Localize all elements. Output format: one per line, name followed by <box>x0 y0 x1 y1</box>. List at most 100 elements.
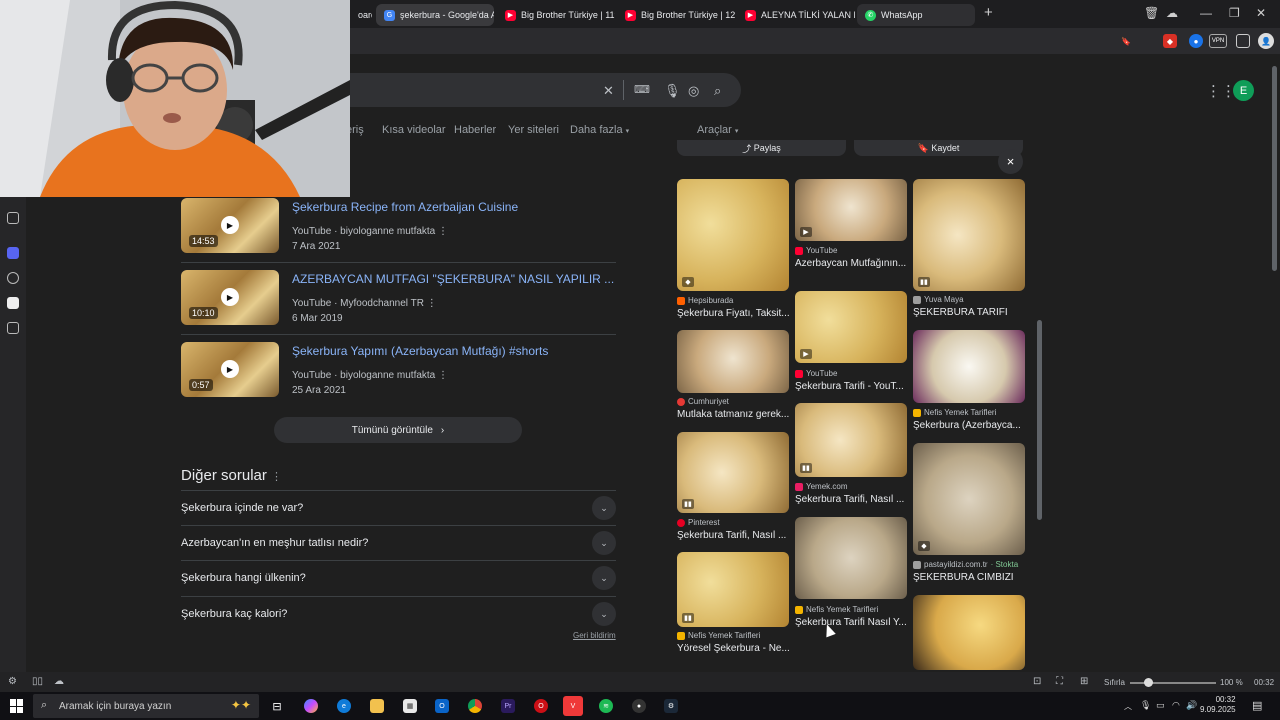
profile-icon[interactable]: 👤 <box>1258 33 1274 49</box>
save-button[interactable]: 🔖 Kaydet <box>854 140 1023 156</box>
lens-icon[interactable]: ◎ <box>688 83 699 99</box>
minimize-button[interactable]: — <box>1200 6 1212 20</box>
image-title[interactable]: Mutlaka tatmanız gerek... <box>677 409 790 420</box>
image-thumbnail[interactable]: ◆ <box>913 443 1025 555</box>
tab-places[interactable]: Yer siteleri <box>508 124 559 136</box>
image-title[interactable]: Şekerbura Tarifi, Nasıl ... <box>677 530 790 541</box>
image-title[interactable]: Yöresel Şekerbura - Ne... <box>677 643 790 654</box>
image-title[interactable]: Şekerbura Tarifi Nasıl Y... <box>795 617 908 628</box>
chevron-down-icon[interactable]: ⌄ <box>592 531 616 555</box>
search-icon[interactable]: ⌕ <box>714 83 721 99</box>
premiere-icon[interactable]: Pr <box>501 699 515 713</box>
tab-more[interactable]: Daha fazla ▾ <box>570 124 629 136</box>
chrome-icon[interactable] <box>468 699 482 713</box>
image-title[interactable]: Şekerbura Fiyatı, Taksit... <box>677 308 790 319</box>
new-tab-button[interactable]: + <box>984 4 993 21</box>
tab-news[interactable]: Haberler <box>454 124 496 136</box>
copilot-icon[interactable] <box>304 699 318 713</box>
video-result[interactable]: ▶ 0:57 Şekerbura Yapımı (Azerbaycan Mutf… <box>181 342 621 400</box>
outlook-icon[interactable]: O <box>435 699 449 713</box>
image-thumbnail[interactable]: ▮▮ <box>913 179 1025 291</box>
windows-start-icon[interactable] <box>10 699 24 713</box>
feedback-link[interactable]: Geri bildirim <box>573 631 616 640</box>
page-scrollbar[interactable] <box>1272 66 1277 271</box>
spotify-icon[interactable]: ≋ <box>599 699 613 713</box>
more-options-icon[interactable]: ⋮ <box>271 471 282 483</box>
image-title[interactable]: Şekerbura Tarifi, Nasıl ... <box>795 494 908 505</box>
show-all-button[interactable]: Tümünü görüntüle › <box>274 417 522 443</box>
video-thumbnail[interactable]: ▶ 0:57 <box>181 342 279 397</box>
tab-tools[interactable]: Araçlar ▾ <box>697 124 738 136</box>
question-item[interactable]: Azerbaycan'ın en meşhur tatlısı nedir? ⌄ <box>181 525 616 560</box>
tab-youtube-1[interactable]: ▶ Big Brother Türkiye | 119. B <box>497 4 615 26</box>
video-title[interactable]: Şekerbura Yapımı (Azerbaycan Mutfağı) #s… <box>292 344 548 358</box>
taskbar-clock[interactable]: 00:32 9.09.2025 <box>1200 695 1236 715</box>
close-icon[interactable]: × <box>998 149 1023 174</box>
image-thumbnail[interactable]: ▶ <box>795 291 907 363</box>
chevron-down-icon[interactable]: ⌄ <box>592 566 616 590</box>
zoom-slider[interactable] <box>1130 682 1216 684</box>
volume-icon[interactable]: 🔊 <box>1186 700 1197 711</box>
edge-icon[interactable]: e <box>337 699 351 713</box>
chevron-down-icon[interactable]: ⌄ <box>592 602 616 626</box>
zoom-slider-handle[interactable] <box>1144 678 1153 687</box>
settings-icon[interactable]: ⚙ <box>8 676 17 687</box>
extension-blue-icon[interactable]: ● <box>1189 34 1203 48</box>
image-thumbnail[interactable]: ▮▮ <box>795 403 907 477</box>
wikipedia-icon[interactable] <box>7 297 19 309</box>
store-icon[interactable]: ▦ <box>403 699 417 713</box>
tab-short-videos[interactable]: Kısa videolar <box>382 124 446 136</box>
image-title[interactable]: Şekerbura Tarifi - YouT... <box>795 381 908 392</box>
avatar[interactable]: E <box>1233 80 1254 101</box>
video-title[interactable]: AZERBAYCAN MUTFAGI "ŞEKERBURA" NASIL YAP… <box>292 272 614 286</box>
tab-google-search[interactable]: G şekerbura - Google'da Ara <box>376 4 494 26</box>
wifi-icon[interactable]: ◠ <box>1172 700 1180 711</box>
more-options-icon[interactable]: ⋮ <box>438 226 448 237</box>
tab-dashboard[interactable]: oard <box>350 4 372 26</box>
image-thumbnail[interactable] <box>795 517 907 599</box>
steam-icon[interactable]: ⚙ <box>664 699 678 713</box>
tab-youtube-2[interactable]: ▶ Big Brother Türkiye | 120. B <box>617 4 735 26</box>
globe-icon[interactable] <box>7 272 19 284</box>
keyboard-icon[interactable]: ⌨ <box>634 83 650 96</box>
image-thumbnail[interactable]: ▶ <box>795 179 907 241</box>
close-window-button[interactable]: ✕ <box>1256 6 1266 20</box>
trash-icon[interactable]: 🗑 <box>1144 6 1159 20</box>
image-title[interactable]: ŞEKERBURA TARİFİ <box>913 307 1026 318</box>
video-title[interactable]: Şekerbura Recipe from Azerbaijan Cuisine <box>292 200 518 214</box>
tiling-icon[interactable]: ⛶ <box>1056 676 1063 687</box>
image-thumbnail[interactable] <box>913 330 1025 403</box>
chevron-down-icon[interactable]: ⌄ <box>592 496 616 520</box>
opera-icon[interactable]: O <box>534 699 548 713</box>
image-thumbnail[interactable] <box>677 330 789 393</box>
image-toggle-icon[interactable]: ⊞ <box>1080 676 1088 687</box>
video-result[interactable]: ▶ 10:10 AZERBAYCAN MUTFAGI "ŞEKERBURA" N… <box>181 270 621 328</box>
capture-icon[interactable]: ⊡ <box>1033 676 1041 687</box>
vpn-badge[interactable]: VPN <box>1209 34 1227 48</box>
microphone-icon[interactable]: 🎙 <box>664 83 681 99</box>
more-options-icon[interactable]: ⋮ <box>438 370 448 381</box>
sidebar-toggle-icon[interactable] <box>1236 34 1250 48</box>
chevron-up-icon[interactable]: ︿ <box>1124 701 1132 712</box>
image-title[interactable]: Şekerbura (Azerbayca... <box>913 420 1026 431</box>
image-title[interactable]: Azerbaycan Mutfağının... <box>795 258 908 269</box>
maximize-button[interactable]: ❐ <box>1229 6 1240 20</box>
image-thumbnail[interactable]: ▮▮ <box>677 432 789 513</box>
more-options-icon[interactable]: ⋮ <box>427 298 437 309</box>
extension-icon[interactable]: ◆ <box>1163 34 1177 48</box>
share-button[interactable]: ⤴ Paylaş <box>677 140 846 156</box>
notifications-icon[interactable]: ▤ <box>1252 699 1262 712</box>
clear-icon[interactable]: ✕ <box>603 83 614 99</box>
file-explorer-icon[interactable] <box>370 699 384 713</box>
image-thumbnail[interactable] <box>913 595 1025 670</box>
vivaldi-icon[interactable]: V <box>563 696 583 716</box>
question-item[interactable]: Şekerbura içinde ne var? ⌄ <box>181 490 616 525</box>
question-item[interactable]: Şekerbura hangi ülkenin? ⌄ <box>181 560 616 595</box>
cloud-icon[interactable]: ☁ <box>54 676 64 687</box>
video-thumbnail[interactable]: ▶ 14:53 <box>181 198 279 253</box>
panel-scrollbar[interactable] <box>1037 320 1042 520</box>
tab-youtube-3[interactable]: ▶ ALEYNA TİLKİ YALAN MAKİ <box>737 4 855 26</box>
question-item[interactable]: Şekerbura kaç kalori? ⌄ <box>181 596 616 631</box>
video-result[interactable]: ▶ 14:53 Şekerbura Recipe from Azerbaijan… <box>181 198 621 256</box>
taskbar-search-input[interactable]: ⌕ Aramak için buraya yazın ✦✦ <box>33 694 259 718</box>
